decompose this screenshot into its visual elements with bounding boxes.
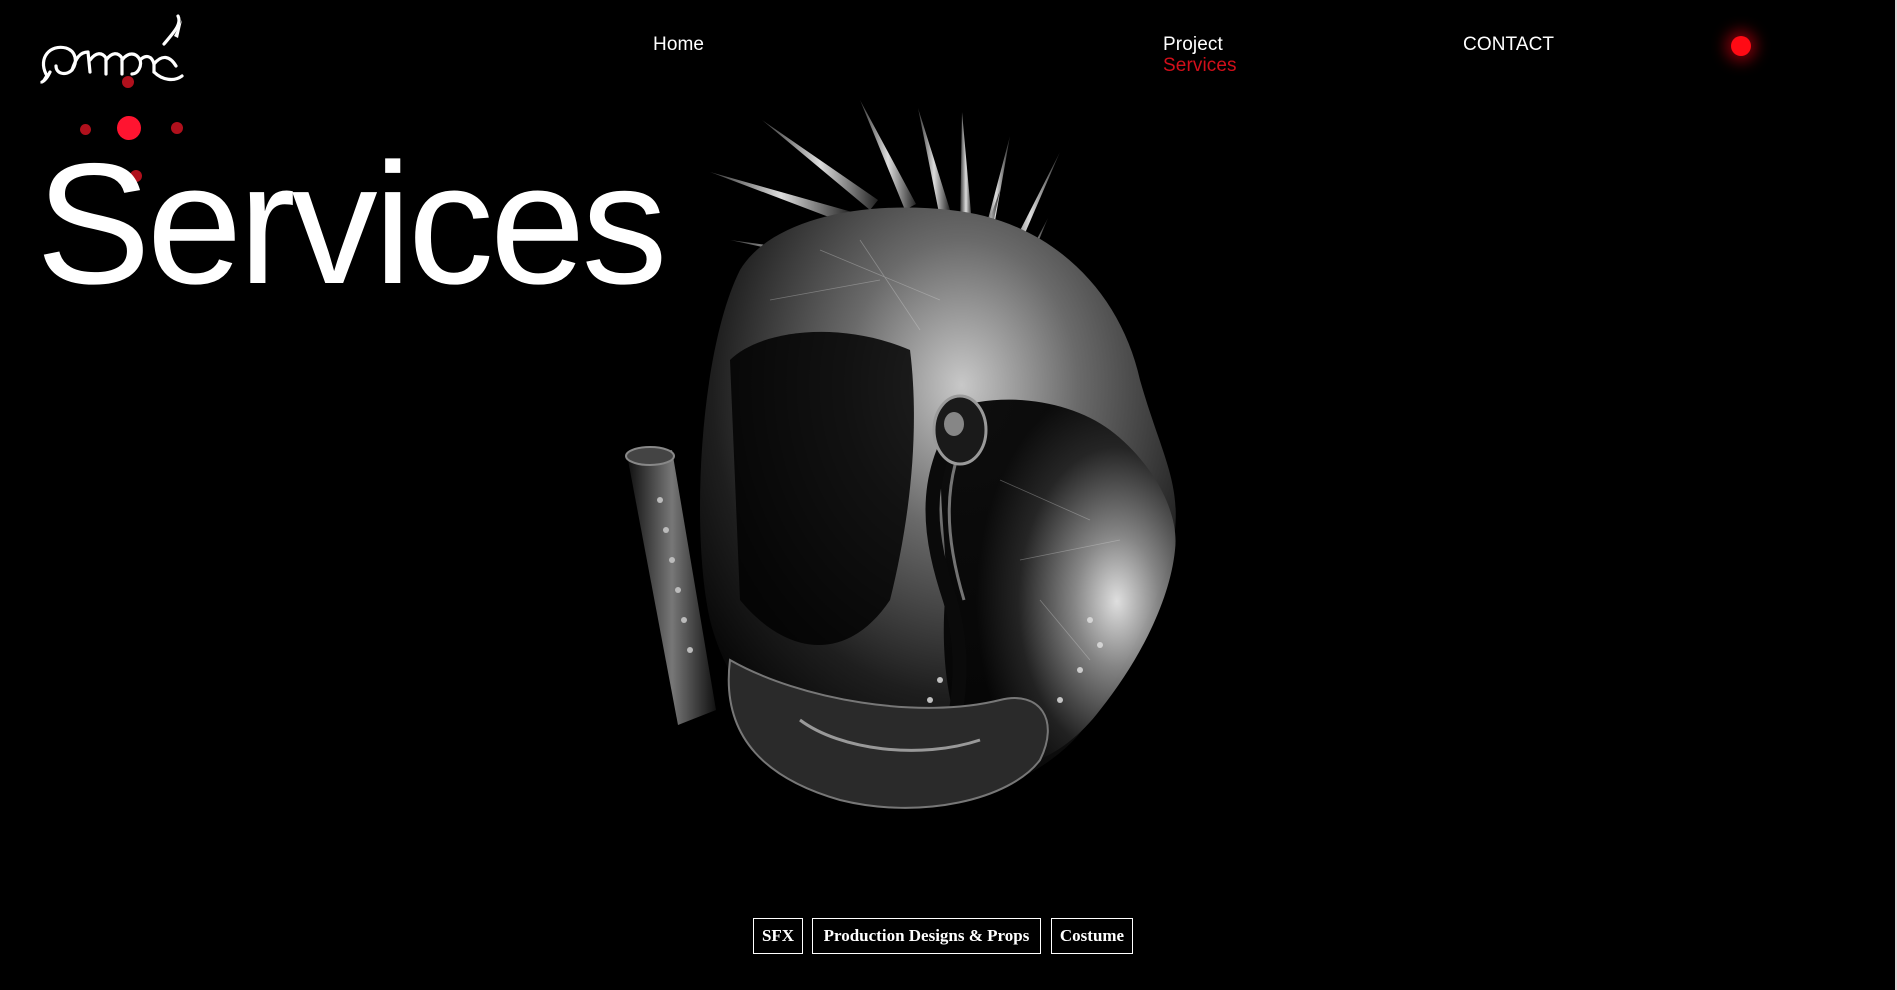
nav-services-link[interactable]: Services bbox=[1163, 55, 1237, 77]
hero-image bbox=[620, 100, 1220, 840]
red-dot-icon[interactable] bbox=[1731, 36, 1751, 56]
page: Home Project Services CONTACT Services S… bbox=[0, 0, 1897, 990]
page-title: Services bbox=[36, 128, 668, 320]
nav-project-link[interactable]: Project bbox=[1163, 34, 1223, 56]
decor-dot bbox=[122, 76, 134, 88]
service-chip-sfx[interactable]: SFX bbox=[753, 918, 803, 954]
nav-contact-link[interactable]: CONTACT bbox=[1463, 34, 1554, 56]
logo-mark bbox=[40, 14, 184, 84]
nav-home-link[interactable]: Home bbox=[653, 34, 704, 56]
brand-logo[interactable] bbox=[36, 14, 186, 94]
service-chip-costume[interactable]: Costume bbox=[1051, 918, 1133, 954]
service-chip-production-designs-props[interactable]: Production Designs & Props bbox=[812, 918, 1041, 954]
helmet-illustration bbox=[625, 100, 1176, 809]
